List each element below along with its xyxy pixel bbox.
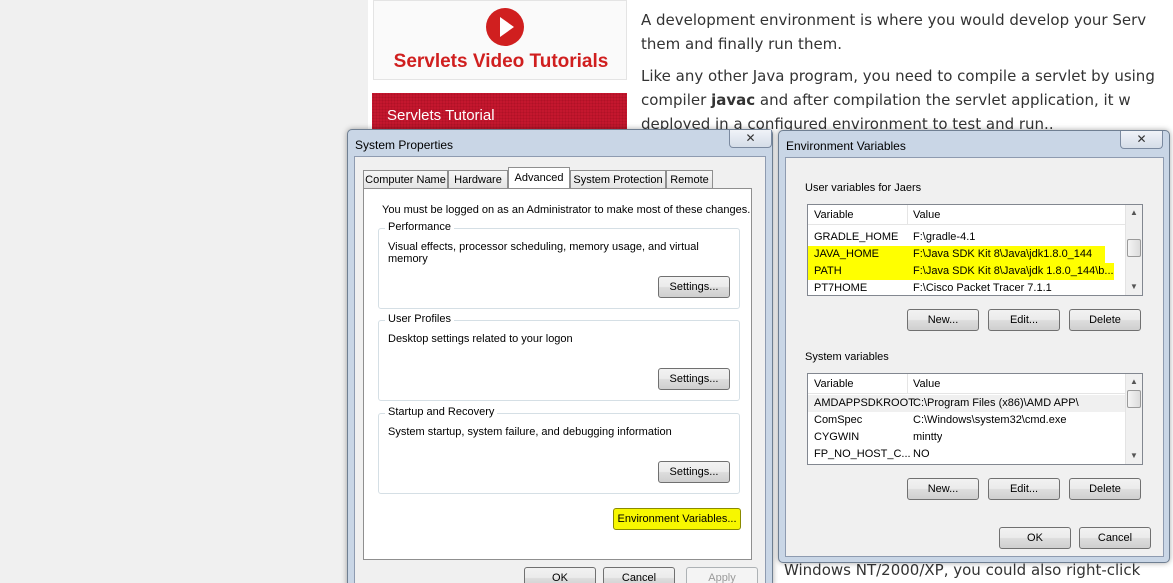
group-description: Visual effects, processor scheduling, me… — [388, 241, 699, 265]
system-new-button[interactable]: New... — [907, 478, 979, 500]
cancel-button[interactable]: Cancel — [1079, 527, 1151, 549]
environment-variables-button[interactable]: Environment Variables... — [613, 508, 741, 530]
vertical-scrollbar[interactable]: ▲ ▼ — [1125, 374, 1142, 464]
value-cell: mintty — [913, 431, 943, 443]
variable-cell: ComSpec — [814, 414, 863, 426]
table-row[interactable]: AMDAPPSDKROOT C:\Program Files (x86)\AMD… — [808, 395, 1126, 412]
system-variables-list[interactable]: Variable Value AMDAPPSDKROOT C:\Program … — [807, 373, 1143, 465]
text-run: and after compilation the servlet applic… — [755, 91, 1131, 109]
text-run: compiler — [641, 91, 712, 109]
group-label: Performance — [385, 221, 454, 233]
variable-cell: PT7HOME — [814, 282, 868, 294]
paragraph-line: them and finally run them. — [641, 35, 843, 53]
group-description: Desktop settings related to your logon — [388, 333, 573, 345]
dialog-client-area: Computer Name Hardware Advanced System P… — [354, 156, 766, 583]
user-new-button[interactable]: New... — [907, 309, 979, 331]
scroll-thumb[interactable] — [1127, 239, 1141, 257]
value-cell: NO — [913, 448, 930, 460]
apply-button[interactable]: Apply — [686, 567, 758, 583]
value-cell: F:\gradle-4.1 — [913, 231, 976, 243]
variable-cell: CYGWIN — [814, 431, 860, 443]
tab-advanced[interactable]: Advanced — [508, 167, 570, 188]
screen: Servlets Video Tutorials Servlets Tutori… — [0, 0, 1173, 583]
scroll-up-icon[interactable]: ▲ — [1126, 205, 1142, 221]
scroll-down-icon[interactable]: ▼ — [1126, 279, 1142, 295]
system-variables-label: System variables — [805, 351, 889, 363]
tab-hardware[interactable]: Hardware — [448, 170, 508, 189]
paragraph-line: Like any other Java program, you need to… — [641, 67, 1155, 85]
sidebar-item-label: Servlets Tutorial — [387, 107, 495, 124]
system-properties-window: System Properties ✕ Computer Name Hardwa… — [347, 129, 773, 583]
paragraph-line: compiler javac and after compilation the… — [641, 88, 1173, 112]
value-cell: F:\Cisco Packet Tracer 7.1.1 — [913, 282, 1052, 294]
window-title: Environment Variables — [786, 139, 906, 153]
banner-title: Servlets Video Tutorials — [393, 51, 609, 72]
table-row[interactable]: FP_NO_HOST_C... NO — [808, 446, 1126, 463]
sidebar-item-servlets-tutorial[interactable]: Servlets Tutorial — [372, 93, 627, 133]
value-cell: F:\Java SDK Kit 8\Java\jdk1.8.0_144 — [913, 248, 1093, 260]
variable-cell: AMDAPPSDKROOT — [814, 397, 915, 409]
tab-system-protection[interactable]: System Protection — [570, 170, 666, 189]
scroll-up-icon[interactable]: ▲ — [1126, 374, 1142, 390]
vertical-scrollbar[interactable]: ▲ ▼ — [1125, 205, 1142, 295]
list-header: Variable Value — [808, 205, 1142, 225]
startup-recovery-settings-button[interactable]: Settings... — [658, 461, 730, 483]
column-header-value[interactable]: Value — [913, 209, 940, 221]
tab-remote[interactable]: Remote — [666, 170, 713, 189]
dialog-client-area: User variables for Jaers Variable Value … — [785, 157, 1164, 557]
environment-variables-window: Environment Variables ✕ User variables f… — [778, 130, 1170, 563]
value-cell: C:\Program Files (x86)\AMD APP\ — [913, 397, 1079, 409]
close-icon[interactable]: ✕ — [1120, 131, 1163, 149]
admin-notice: You must be logged on as an Administrato… — [382, 204, 751, 216]
performance-group: Performance Visual effects, processor sc… — [378, 221, 740, 309]
group-label: User Profiles — [385, 313, 454, 325]
play-icon — [486, 8, 524, 46]
column-header-variable[interactable]: Variable — [814, 209, 854, 221]
user-variables-list[interactable]: Variable Value GRADLE_HOME F:\gradle-4.1… — [807, 204, 1143, 296]
startup-recovery-group: Startup and Recovery System startup, sys… — [378, 406, 740, 494]
close-icon[interactable]: ✕ — [729, 130, 772, 148]
table-row[interactable]: JAVA_HOME F:\Java SDK Kit 8\Java\jdk1.8.… — [808, 246, 1105, 263]
variable-cell: GRADLE_HOME — [814, 231, 899, 243]
advanced-tab-panel: You must be logged on as an Administrato… — [363, 188, 752, 560]
paragraph-line: Windows NT/2000/XP, you could also right… — [784, 561, 1141, 579]
window-title: System Properties — [355, 138, 454, 152]
group-label: Startup and Recovery — [385, 406, 498, 418]
variable-cell: FP_NO_HOST_C... — [814, 448, 911, 460]
scroll-thumb[interactable] — [1127, 390, 1141, 408]
ok-button[interactable]: OK — [999, 527, 1071, 549]
table-row[interactable]: GRADLE_HOME F:\gradle-4.1 — [808, 229, 1126, 246]
tab-computer-name[interactable]: Computer Name — [363, 170, 448, 189]
user-profiles-group: User Profiles Desktop settings related t… — [378, 313, 740, 401]
performance-settings-button[interactable]: Settings... — [658, 276, 730, 298]
system-edit-button[interactable]: Edit... — [988, 478, 1060, 500]
table-row[interactable]: ComSpec C:\Windows\system32\cmd.exe — [808, 412, 1126, 429]
variable-cell: JAVA_HOME — [814, 248, 879, 260]
user-edit-button[interactable]: Edit... — [988, 309, 1060, 331]
table-row[interactable]: PATH F:\Java SDK Kit 8\Java\jdk 1.8.0_14… — [808, 263, 1114, 280]
video-tutorials-banner[interactable]: Servlets Video Tutorials — [373, 0, 627, 80]
scroll-down-icon[interactable]: ▼ — [1126, 448, 1142, 464]
variable-cell: PATH — [814, 265, 842, 277]
value-cell: C:\Windows\system32\cmd.exe — [913, 414, 1067, 426]
paragraph-line: A development environment is where you w… — [641, 11, 1147, 29]
column-header-variable[interactable]: Variable — [814, 378, 854, 390]
table-row[interactable]: CYGWIN mintty — [808, 429, 1126, 446]
user-variables-label: User variables for Jaers — [805, 182, 922, 194]
ok-button[interactable]: OK — [524, 567, 596, 583]
article-text: A development environment is where you w… — [641, 8, 1173, 144]
column-header-value[interactable]: Value — [913, 378, 940, 390]
table-row[interactable]: PT7HOME F:\Cisco Packet Tracer 7.1.1 — [808, 280, 1126, 295]
user-profiles-settings-button[interactable]: Settings... — [658, 368, 730, 390]
column-divider — [907, 374, 908, 394]
list-header: Variable Value — [808, 374, 1142, 394]
column-divider — [907, 205, 908, 225]
system-delete-button[interactable]: Delete — [1069, 478, 1141, 500]
cancel-button[interactable]: Cancel — [603, 567, 675, 583]
javac-keyword: javac — [711, 91, 756, 109]
group-description: System startup, system failure, and debu… — [388, 426, 672, 438]
user-delete-button[interactable]: Delete — [1069, 309, 1141, 331]
value-cell: F:\Java SDK Kit 8\Java\jdk 1.8.0_144\b..… — [913, 265, 1114, 277]
